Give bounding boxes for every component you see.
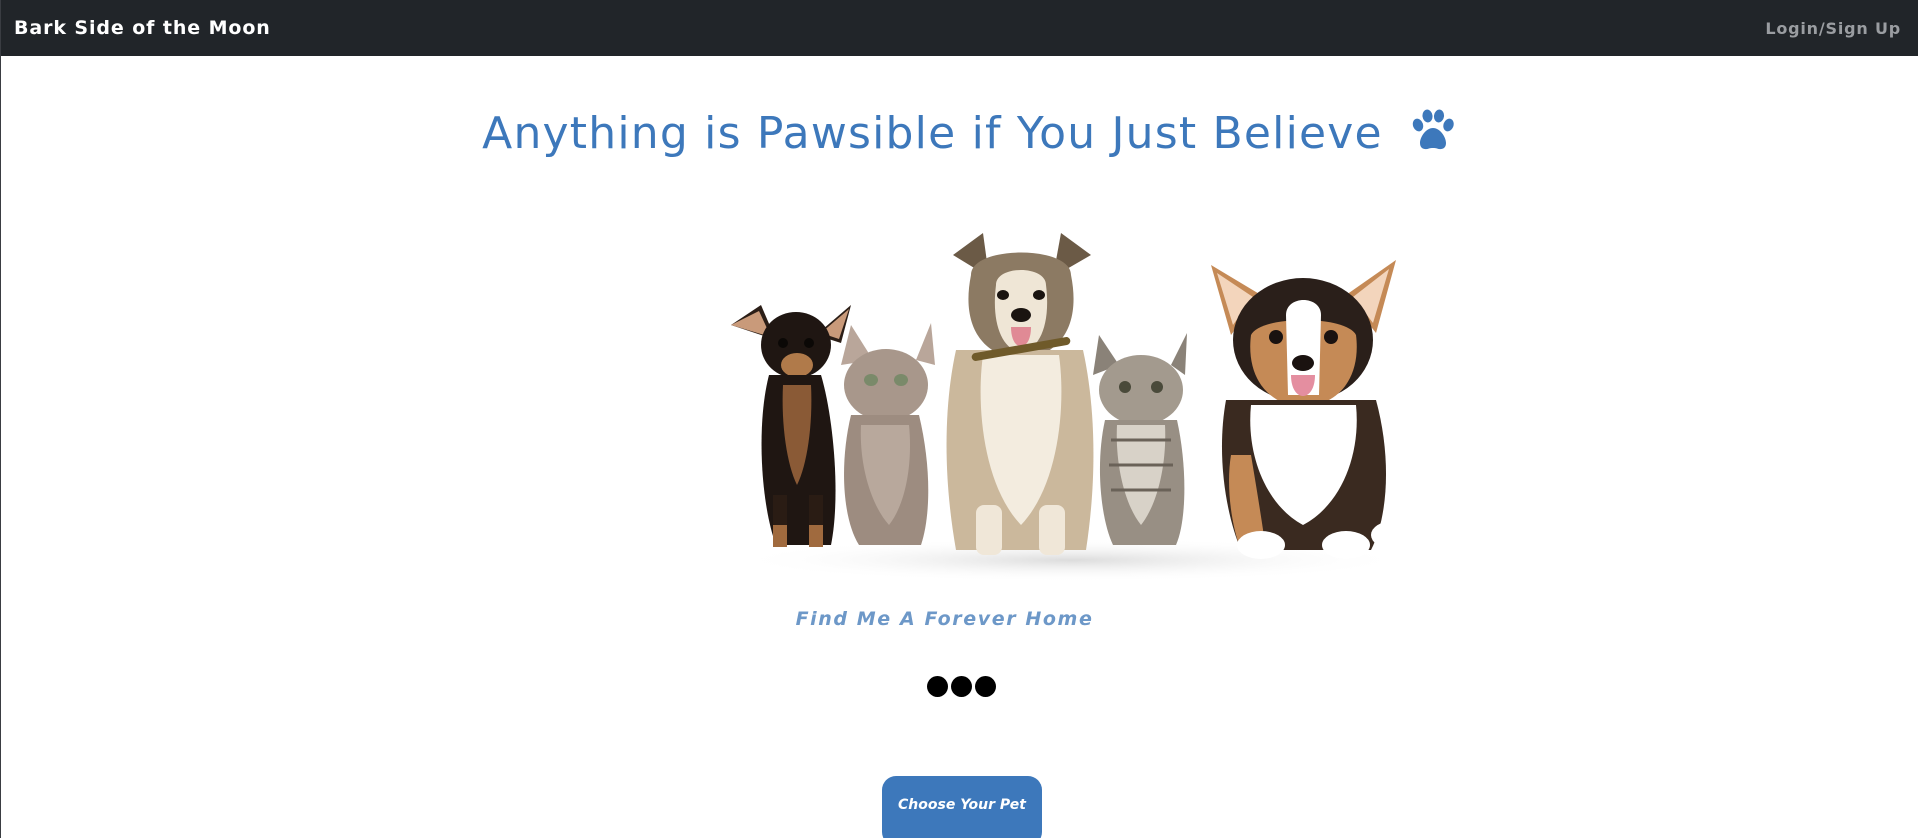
- tagline-row: Find Me A Forever Home: [1, 608, 1918, 630]
- pets-hero-image: [731, 233, 1415, 582]
- hero-heading-row: Anything is Pawsible if You Just Believe: [1, 104, 1918, 164]
- top-navbar: Bark Side of the Moon Login/Sign Up: [1, 0, 1918, 56]
- carousel-dot[interactable]: [951, 676, 972, 697]
- login-signup-link[interactable]: Login/Sign Up: [1765, 19, 1901, 38]
- tabby-kitten-figure: [1093, 333, 1187, 545]
- brand-link[interactable]: Bark Side of the Moon: [14, 17, 271, 39]
- page-title: Anything is Pawsible if You Just Believe: [482, 108, 1383, 159]
- choose-your-pet-button[interactable]: Choose Your Pet: [882, 776, 1042, 838]
- sphynx-cat-figure: [841, 323, 935, 545]
- corgi-puppy-figure: [1211, 260, 1415, 559]
- husky-dog-figure: [946, 233, 1094, 555]
- tagline-text: Find Me A Forever Home: [795, 608, 1094, 630]
- chihuahua-figure: [731, 305, 851, 547]
- paw-icon: [1412, 109, 1454, 150]
- carousel-indicators: [927, 676, 996, 697]
- carousel-dot[interactable]: [927, 676, 948, 697]
- carousel-dot[interactable]: [975, 676, 996, 697]
